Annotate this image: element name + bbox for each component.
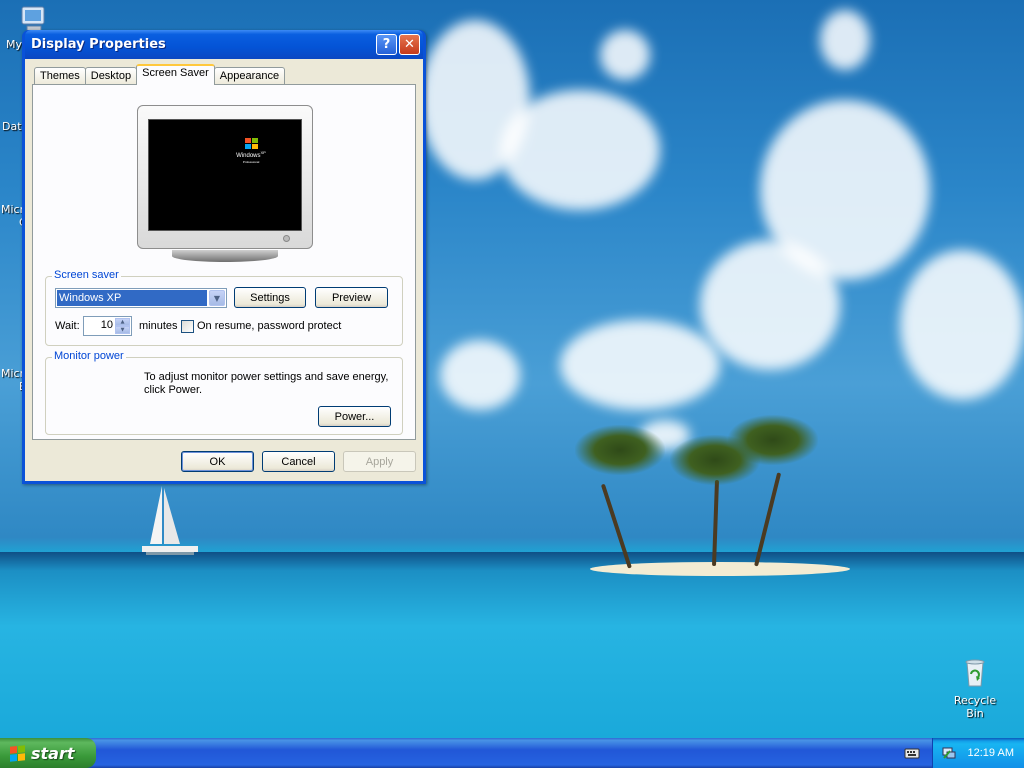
- start-button[interactable]: start: [0, 738, 96, 768]
- logo-subtext: Professional: [242, 160, 260, 164]
- monitor-bezel: WindowsXP Professional: [137, 105, 313, 249]
- start-label: start: [31, 743, 75, 763]
- preview-button[interactable]: Preview: [315, 287, 388, 308]
- recycle-bin-label: Recycle Bin: [953, 694, 997, 720]
- monitor-power-description: To adjust monitor power settings and sav…: [144, 371, 388, 397]
- desktop-icon-recycle-bin[interactable]: Recycle Bin: [944, 656, 1006, 720]
- description-line: To adjust monitor power settings and sav…: [144, 371, 389, 383]
- tab-label: Appearance: [219, 70, 280, 82]
- preview-screen: WindowsXP Professional: [148, 119, 302, 231]
- monitor-power-group: Monitor power To adjust monitor power se…: [45, 350, 403, 435]
- display-properties-window: Display Properties ? ✕ Themes Desktop Sc…: [22, 30, 426, 484]
- sailboat: [142, 486, 198, 555]
- close-button[interactable]: ✕: [399, 34, 420, 55]
- power-button[interactable]: Power...: [318, 406, 391, 427]
- system-tray: 12:19 AM: [932, 738, 1024, 768]
- ok-button-label: OK: [209, 455, 226, 468]
- logo-sup: XP: [260, 150, 266, 155]
- help-button[interactable]: ?: [376, 34, 397, 55]
- tab-strip: Themes Desktop Screen Saver Appearance: [32, 64, 416, 85]
- settings-button[interactable]: Settings: [234, 287, 306, 308]
- stepper-down-icon[interactable]: ▼: [115, 326, 130, 334]
- help-icon: ?: [382, 37, 391, 52]
- cancel-button[interactable]: Cancel: [262, 451, 335, 472]
- wait-label: Wait:: [55, 320, 80, 332]
- screen-saver-legend: Screen saver: [52, 269, 121, 281]
- screen-saver-group: Screen saver Windows XP ▼ Settings Previ…: [45, 269, 403, 346]
- recycle-bin-icon: [965, 659, 985, 687]
- stepper-buttons: ▲ ▼: [115, 318, 130, 334]
- monitor-power-legend: Monitor power: [52, 350, 126, 362]
- clock[interactable]: 12:19 AM: [968, 747, 1014, 759]
- screen-saver-select[interactable]: Windows XP ▼: [55, 288, 227, 308]
- desktop-icon-label: My: [6, 38, 23, 51]
- keyboard-icon[interactable]: [904, 746, 920, 760]
- screen-saver-selected-value: Windows XP: [57, 290, 207, 306]
- ocean: [0, 552, 1024, 738]
- tab-appearance[interactable]: Appearance: [213, 67, 286, 85]
- apply-button[interactable]: Apply: [343, 451, 416, 472]
- apply-button-label: Apply: [365, 455, 394, 468]
- close-icon: ✕: [404, 37, 415, 52]
- description-line: click Power.: [144, 384, 203, 396]
- dialog-client-area: Themes Desktop Screen Saver Appearance W…: [25, 59, 423, 481]
- windows-flag-icon: [244, 138, 258, 149]
- preview-button-label: Preview: [331, 291, 372, 304]
- power-led-icon: [283, 235, 290, 242]
- desktop-icon-data[interactable]: Dat: [2, 120, 22, 133]
- password-protect-checkbox[interactable]: [181, 320, 194, 333]
- title-bar[interactable]: Display Properties ? ✕: [25, 30, 423, 59]
- logo-text: Windows: [236, 153, 261, 159]
- chevron-down-icon[interactable]: ▼: [209, 290, 225, 306]
- ok-button[interactable]: OK: [181, 451, 254, 472]
- desktop-icon-label: Dat: [2, 120, 22, 133]
- wait-minutes-value: 10: [100, 319, 113, 331]
- tab-label: Themes: [40, 70, 80, 82]
- tab-label: Screen Saver: [142, 67, 209, 79]
- monitor-preview: WindowsXP Professional: [137, 105, 313, 262]
- cancel-button-label: Cancel: [281, 455, 316, 468]
- windows-flag-icon: [10, 744, 25, 762]
- wait-minutes-stepper[interactable]: 10 ▲ ▼: [83, 316, 132, 336]
- stepper-up-icon[interactable]: ▲: [115, 318, 130, 326]
- settings-button-label: Settings: [250, 291, 290, 304]
- minutes-label: minutes: [139, 320, 178, 332]
- tab-themes[interactable]: Themes: [34, 67, 86, 85]
- taskbar: start 12:19 AM: [0, 738, 1024, 768]
- tab-label: Desktop: [90, 70, 132, 82]
- network-icon[interactable]: [941, 746, 957, 760]
- window-title: Display Properties: [31, 37, 166, 52]
- monitor-stand: [172, 250, 278, 262]
- power-button-label: Power...: [334, 410, 375, 423]
- windows-xp-logo: WindowsXP Professional: [231, 138, 271, 165]
- tab-screen-saver[interactable]: Screen Saver: [136, 64, 215, 85]
- password-protect-label[interactable]: On resume, password protect: [197, 320, 341, 332]
- tab-desktop[interactable]: Desktop: [84, 67, 138, 85]
- screen-saver-tab-panel: WindowsXP Professional Screen saver Wind…: [32, 84, 416, 440]
